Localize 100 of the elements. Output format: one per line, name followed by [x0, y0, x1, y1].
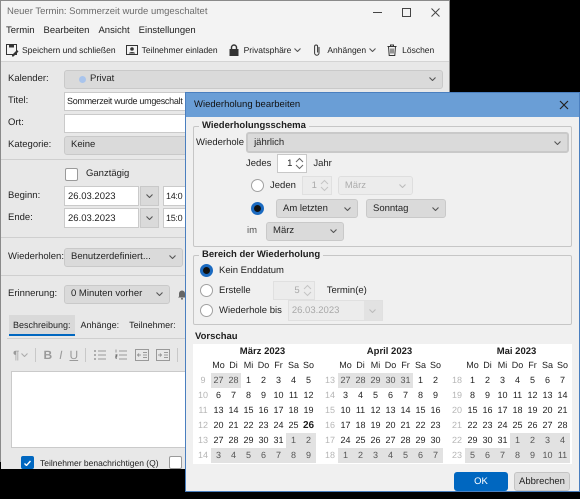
radio-button[interactable]	[251, 179, 264, 192]
calendar-day: 8	[286, 448, 301, 463]
radio-button[interactable]	[200, 284, 213, 297]
month-title: März 2023	[238, 346, 286, 358]
week-number: 10	[196, 389, 209, 402]
toolbar-button[interactable]: Anhängen	[310, 40, 376, 60]
calendar-day: 28	[353, 373, 368, 388]
week-number: 18	[324, 449, 336, 462]
checkbox[interactable]	[65, 168, 78, 180]
calendar-day: 22	[465, 418, 480, 433]
calendar-day: 5	[368, 388, 383, 403]
week-number: 20	[450, 404, 463, 417]
calendar-day: 25	[286, 418, 301, 433]
section-title: Vorschau	[195, 331, 239, 343]
dropdown[interactable]: jährlich	[246, 132, 570, 153]
chevron-down-icon	[369, 308, 376, 312]
calendar-day: 31	[398, 373, 413, 388]
chevron-down-icon	[344, 206, 351, 210]
calendar-day: 17	[271, 403, 286, 418]
calendar-day: 14	[555, 388, 570, 403]
calendar-day: 4	[353, 388, 368, 403]
radio-button[interactable]	[200, 264, 213, 277]
checkbox[interactable]	[168, 456, 182, 469]
calendar-day: 29	[368, 373, 383, 388]
date-field[interactable]: 26.03.2023	[64, 186, 139, 206]
calendar-day: 29	[413, 433, 428, 448]
calendar-day: 8	[510, 448, 525, 463]
chevron-down-icon	[156, 292, 163, 296]
week-number: 18	[450, 374, 463, 387]
calendar-day: 20	[211, 418, 226, 433]
calendar-day: 4	[555, 433, 570, 448]
chevron-down-icon	[330, 229, 338, 233]
calendar-day: 28	[398, 433, 413, 448]
calendar-day: 27	[383, 433, 398, 448]
toolbar-button[interactable]: Teilnehmer einladen	[124, 40, 218, 60]
tab[interactable]: Teilnehmer:	[125, 315, 180, 336]
week-number: 21	[450, 419, 463, 432]
calendar-day: 13	[211, 403, 226, 418]
week-number: 23	[450, 449, 463, 462]
date-picker-button[interactable]	[140, 186, 159, 206]
weekday-header: Do	[510, 359, 524, 372]
format-button[interactable]	[93, 348, 108, 362]
menu-item[interactable]: Bearbeiten	[44, 25, 90, 37]
calendar-day: 9	[301, 448, 316, 463]
tab[interactable]: Anhänge:	[76, 315, 124, 336]
format-button[interactable]	[156, 348, 170, 362]
weekday-header: Fr	[400, 359, 411, 372]
calendar-day: 21	[555, 403, 570, 418]
calendar-day: 5	[465, 448, 480, 463]
cancel-button[interactable]: Abbrechen	[514, 472, 570, 491]
checkbox[interactable]	[21, 456, 34, 469]
menu-item[interactable]: Ansicht	[98, 25, 130, 37]
week-number: 11	[197, 404, 209, 417]
ok-button[interactable]: OK	[454, 472, 508, 491]
calendar-day: 24	[338, 433, 353, 448]
dropdown[interactable]: Sonntag	[366, 199, 446, 218]
weekday-header: Sa	[414, 359, 427, 372]
bell-icon	[176, 288, 188, 300]
calendar-day: 14	[226, 403, 241, 418]
calendar-day: 27	[338, 373, 353, 388]
toolbar-button[interactable]: Löschen	[385, 40, 434, 60]
dropdown[interactable]: Privat	[64, 70, 443, 88]
date-field[interactable]: 26.03.2023	[64, 208, 139, 228]
calendar-day: 12	[525, 388, 540, 403]
calendar-day: 3	[338, 388, 353, 403]
calendar-day: 13	[383, 403, 398, 418]
toolbar-button[interactable]: Speichern und schließen	[5, 40, 116, 60]
calendar-day: 15	[465, 403, 480, 418]
calendar-day: 11	[286, 388, 301, 403]
dropdown[interactable]: Am letzten	[276, 199, 358, 218]
calendar-day: 18	[353, 418, 368, 433]
toolbar-button[interactable]: Privatsphäre	[226, 40, 302, 60]
dropdown[interactable]: Benutzerdefiniert...	[64, 248, 183, 266]
calendar-day: 8	[241, 388, 256, 403]
calendar-day: 19	[368, 418, 383, 433]
calendar-day: 10	[271, 388, 286, 403]
tab[interactable]: Beschreibung:	[9, 315, 75, 336]
number-field[interactable]: 1	[277, 154, 308, 173]
radio-button[interactable]	[251, 202, 264, 215]
radio-button[interactable]	[200, 304, 213, 317]
week-number: 9	[199, 374, 206, 387]
calendar-day: 25	[353, 433, 368, 448]
field-label: Beginn:	[8, 190, 40, 201]
field-label: Titel:	[8, 95, 28, 106]
numbered-list-icon	[114, 348, 128, 362]
date-picker-button[interactable]	[140, 208, 159, 228]
field-label: Erinnerung:	[8, 288, 58, 299]
format-button[interactable]	[135, 348, 150, 362]
calendar-day: 20	[383, 418, 398, 433]
dropdown[interactable]: 0 Minuten vorher	[64, 284, 170, 304]
maximize-icon	[402, 8, 411, 16]
dropdown[interactable]: März	[266, 222, 344, 240]
menu-item[interactable]: Termin	[6, 25, 35, 37]
calendar-day: 18	[286, 403, 301, 418]
calendar-day: 7	[555, 373, 570, 388]
field-label: Jedes	[246, 158, 272, 170]
week-number: 14	[324, 389, 336, 402]
menu-item[interactable]: Einstellungen	[138, 25, 196, 37]
format-button[interactable]	[114, 348, 128, 362]
calendar-day: 5	[241, 448, 256, 463]
